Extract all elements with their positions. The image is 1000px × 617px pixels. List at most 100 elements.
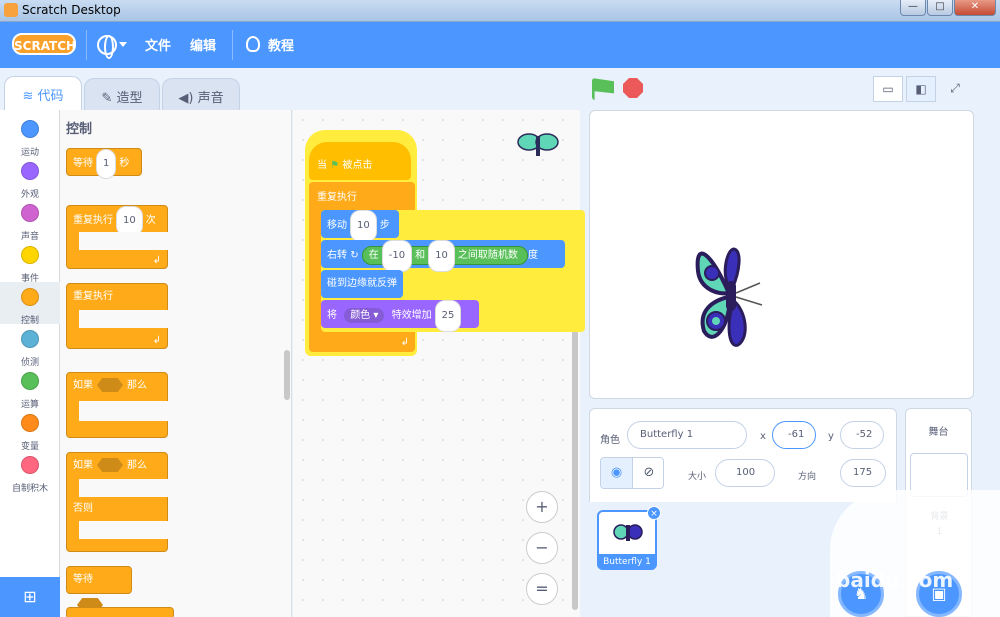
category-control[interactable]: 控制: [0, 282, 60, 326]
block-input[interactable]: 1: [96, 149, 117, 179]
x-field[interactable]: -61: [772, 421, 816, 449]
stop-icon[interactable]: [623, 78, 643, 98]
extension-icon: ⊞: [23, 587, 37, 606]
block-input[interactable]: -10: [381, 240, 413, 272]
category-dot-icon: [21, 120, 39, 138]
block-text: 如果: [73, 460, 93, 471]
sprite-thumbnail[interactable]: × Butterfly 1: [597, 506, 661, 570]
brush-icon: ✎: [101, 91, 117, 106]
zoom-reset-button[interactable]: =: [526, 573, 558, 605]
block-text: 重复执行: [317, 192, 357, 203]
block-input[interactable]: 10: [428, 240, 455, 272]
sprite-name-field[interactable]: Butterfly 1: [627, 421, 747, 449]
hide-button[interactable]: ⊘: [633, 458, 663, 488]
category-operators[interactable]: 运算: [0, 366, 60, 410]
block-input[interactable]: 25: [434, 300, 462, 332]
category-motion[interactable]: 运动: [0, 114, 60, 158]
block-if-then[interactable]: 如果 那么: [66, 372, 169, 438]
category-events[interactable]: 事件: [0, 240, 60, 284]
block-text: 否则: [73, 503, 93, 514]
rotate-right-icon: ↻: [350, 250, 362, 261]
fullscreen-icon: ⤢: [950, 81, 960, 95]
menu-edit[interactable]: 编辑: [190, 35, 216, 54]
category-dot-icon: [21, 456, 39, 474]
block-when-flag-clicked[interactable]: 当 ⚑ 被点击: [309, 142, 411, 180]
block-input[interactable]: 10: [350, 210, 377, 242]
small-stage-icon: ▭: [882, 82, 894, 96]
block-text: 被点击: [342, 160, 373, 171]
block-wait[interactable]: 等待 1 秒: [66, 148, 142, 179]
menu-file[interactable]: 文件: [145, 35, 171, 54]
butterfly-sprite[interactable]: [690, 241, 780, 351]
block-if-else[interactable]: 如果 那么 否则: [66, 452, 169, 552]
normal-stage-button[interactable]: ◧: [906, 76, 936, 102]
category-sensing[interactable]: 侦测: [0, 324, 60, 368]
y-field[interactable]: -52: [840, 421, 884, 449]
zoom-out-button[interactable]: −: [526, 532, 558, 564]
block-text: 那么: [127, 460, 147, 471]
category-dot-icon: [21, 288, 39, 306]
palette-scrollbar[interactable]: [284, 350, 290, 400]
menu-separator: [232, 30, 233, 60]
close-button[interactable]: ✕: [954, 0, 996, 16]
block-bounce[interactable]: 碰到边缘就反弹: [321, 270, 403, 298]
category-dot-icon: [21, 246, 39, 264]
block-repeat[interactable]: 重复执行 10 次 ↲: [66, 205, 169, 269]
delete-sprite-button[interactable]: ×: [647, 506, 661, 520]
green-flag-icon[interactable]: [592, 78, 614, 100]
add-extension-button[interactable]: ⊞: [0, 577, 60, 617]
show-button[interactable]: ◉: [601, 458, 633, 488]
tab-sounds-label: 声音: [197, 91, 224, 106]
fullscreen-button[interactable]: ⤢: [940, 76, 970, 102]
category-looks[interactable]: 外观: [0, 156, 60, 200]
direction-field[interactable]: 175: [840, 459, 886, 487]
maximize-button[interactable]: □: [927, 0, 953, 16]
editor-tabs: ≋ 代码 ✎ 造型 ◀) 声音: [0, 68, 580, 110]
window-title: Scratch Desktop: [22, 3, 121, 17]
block-random[interactable]: 在 -10 和 10 之间取随机数: [361, 240, 529, 272]
c-block-slot: [79, 479, 169, 497]
block-text: 等待: [73, 574, 93, 585]
block-text: 等待: [73, 158, 93, 169]
scratch-logo[interactable]: SCRATCH: [12, 33, 76, 55]
zoom-in-button[interactable]: +: [526, 491, 558, 523]
block-partial[interactable]: [66, 607, 174, 617]
block-change-effect[interactable]: 将 颜色 ▾ 特效增加 25: [321, 300, 479, 332]
minimize-button[interactable]: —: [900, 0, 926, 16]
loop-arrow-icon: ↲: [152, 255, 161, 266]
tab-code[interactable]: ≋ 代码: [4, 76, 82, 110]
block-palette: 控制 等待 1 秒 重复执行 10 次 ↲ 重复执行 ↲ 如果 那么 如果 那么 否则 等待: [60, 110, 292, 617]
stage-canvas[interactable]: [589, 110, 974, 399]
loop-arrow-icon: ↲: [400, 337, 409, 348]
block-forever[interactable]: 重复执行 ↲: [66, 283, 169, 349]
category-sound[interactable]: 声音: [0, 198, 60, 242]
tab-costumes[interactable]: ✎ 造型: [84, 78, 160, 110]
eye-slash-icon: ⊘: [643, 465, 655, 480]
category-dot-icon: [21, 330, 39, 348]
category-variables[interactable]: 变量: [0, 408, 60, 452]
size-field[interactable]: 100: [715, 459, 775, 487]
category-my-blocks[interactable]: 自制积木: [0, 450, 60, 494]
loop-arrow-icon: ↲: [152, 335, 161, 346]
menu-tutorials[interactable]: 教程: [268, 35, 294, 54]
block-text: 当: [317, 160, 327, 171]
visibility-toggle: ◉ ⊘: [600, 457, 664, 489]
speaker-icon: ◀): [178, 91, 198, 106]
category-dot-icon: [21, 204, 39, 222]
watermark-text: baidu.com: [836, 568, 954, 592]
block-wait-until[interactable]: 等待: [66, 566, 132, 612]
script-stack[interactable]: 当 ⚑ 被点击 重复执行 ↲ 移动 10 步 右转 ↻ 在 -10 和 10 之间取随机数 …: [305, 130, 585, 360]
tab-sounds[interactable]: ◀) 声音: [162, 78, 240, 110]
block-text: 右转: [327, 250, 347, 261]
block-text: 度: [528, 250, 539, 261]
category-label: 自制积木: [11, 484, 48, 494]
butterfly-thumb-icon: [613, 522, 643, 548]
block-text: 之间取随机数: [457, 250, 518, 261]
block-turn-right[interactable]: 右转 ↻ 在 -10 和 10 之间取随机数 度: [321, 240, 565, 272]
block-move[interactable]: 移动 10 步: [321, 210, 399, 242]
globe-icon[interactable]: [97, 35, 117, 59]
small-stage-button[interactable]: ▭: [873, 76, 903, 102]
block-text: 在: [368, 250, 379, 261]
code-icon: ≋: [22, 89, 38, 104]
effect-dropdown[interactable]: 颜色 ▾: [344, 308, 385, 323]
